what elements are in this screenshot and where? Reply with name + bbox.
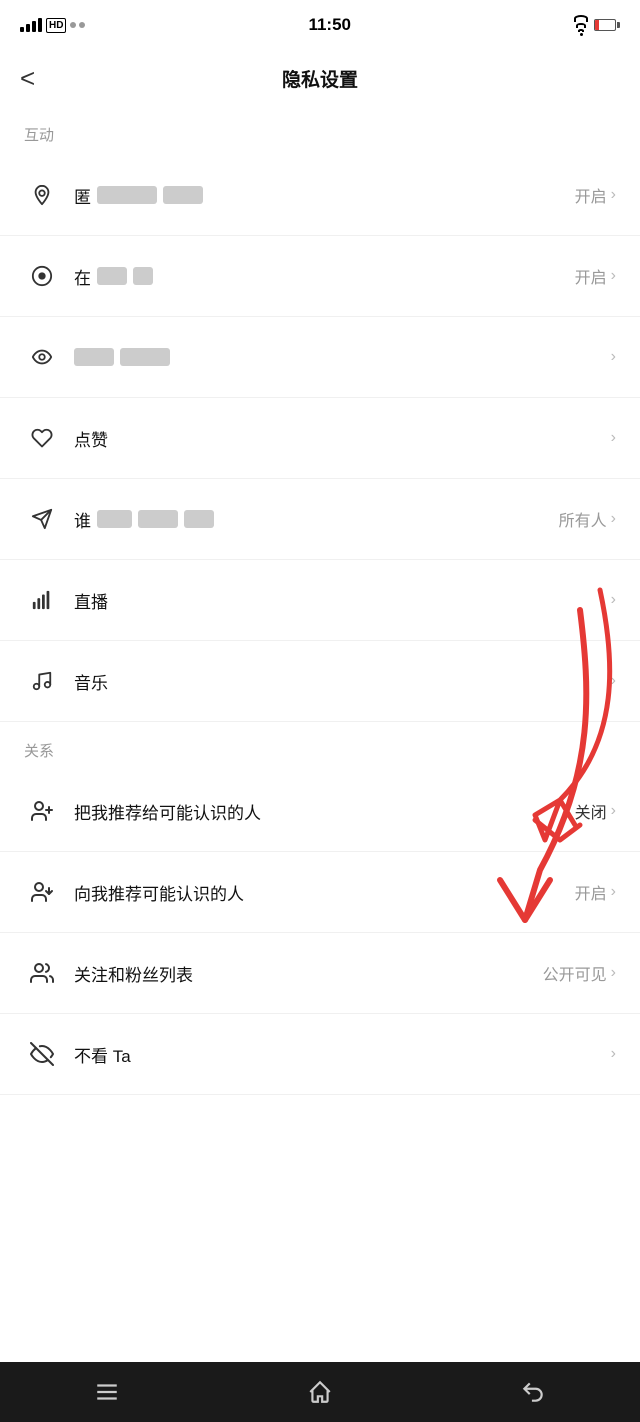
location-icon <box>24 177 60 213</box>
menu-arrow-like: › <box>611 429 616 447</box>
menu-item-location[interactable]: 匿 开启 › <box>0 155 640 236</box>
menu-arrow-live: › <box>611 591 616 609</box>
menu-text-send: 谁 <box>74 507 559 532</box>
menu-arrow-send: › <box>611 510 616 528</box>
users-icon <box>24 955 60 991</box>
menu-text-recommend-to-me: 向我推荐可能认识的人 <box>74 880 575 905</box>
menu-arrow-music: › <box>611 672 616 690</box>
menu-value-send: 所有人 <box>559 507 607 531</box>
wifi-icon <box>574 15 588 36</box>
status-left: HD <box>20 18 85 33</box>
status-bar: HD 11:50 <box>0 0 640 50</box>
menu-arrow-works: › <box>611 348 616 366</box>
menu-item-send[interactable]: 谁 所有人 › <box>0 479 640 560</box>
menu-item-like[interactable]: 点赞 › <box>0 398 640 479</box>
menu-value-follow-list: 公开可见 <box>543 961 607 985</box>
menu-item-works[interactable]: › <box>0 317 640 398</box>
nav-home-button[interactable] <box>285 1372 355 1412</box>
page-title: 隐私设置 <box>282 65 358 92</box>
user-arrow-icon <box>24 874 60 910</box>
menu-item-not-see[interactable]: 不看 Ta › <box>0 1014 640 1095</box>
status-right <box>574 15 620 36</box>
menu-arrow-not-see: › <box>611 1045 616 1063</box>
menu-text-follow-list: 关注和粉丝列表 <box>74 961 543 986</box>
section-label-interaction: 互动 <box>0 106 640 155</box>
dot-badge <box>70 22 85 28</box>
menu-text-music: 音乐 <box>74 669 607 694</box>
menu-text-location: 匿 <box>74 183 575 208</box>
send-icon <box>24 501 60 537</box>
menu-arrow-location: › <box>611 186 616 204</box>
menu-text-online: 在 <box>74 264 575 289</box>
bars-icon <box>24 582 60 618</box>
heart-icon <box>24 420 60 456</box>
signal-icon <box>20 18 42 32</box>
menu-arrow-online: › <box>611 267 616 285</box>
menu-text-recommend-me: 把我推荐给可能认识的人 <box>74 799 575 824</box>
menu-value-recommend-to-me: 开启 <box>575 880 607 904</box>
menu-value-online: 开启 <box>575 264 607 288</box>
menu-item-music[interactable]: 音乐 › <box>0 641 640 722</box>
battery-icon <box>594 19 620 31</box>
menu-item-follow-list[interactable]: 关注和粉丝列表 公开可见 › <box>0 933 640 1014</box>
menu-text-like: 点赞 <box>74 426 607 451</box>
online-icon <box>24 258 60 294</box>
menu-arrow-recommend-me: › <box>611 802 616 820</box>
nav-menu-button[interactable] <box>72 1372 142 1412</box>
hd-badge: HD <box>46 18 66 33</box>
menu-text-works <box>74 348 607 366</box>
nav-header: < 隐私设置 <box>0 50 640 106</box>
menu-item-recommend-to-me[interactable]: 向我推荐可能认识的人 开启 › <box>0 852 640 933</box>
music-icon <box>24 663 60 699</box>
menu-item-recommend-me[interactable]: 把我推荐给可能认识的人 关闭 › <box>0 771 640 852</box>
menu-text-live: 直播 <box>74 588 607 613</box>
menu-value-location: 开启 <box>575 183 607 207</box>
menu-arrow-recommend-to-me: › <box>611 883 616 901</box>
status-time: 11:50 <box>308 15 351 35</box>
menu-value-recommend-me: 关闭 <box>575 799 607 823</box>
back-button[interactable]: < <box>20 63 35 94</box>
menu-item-live[interactable]: 直播 › <box>0 560 640 641</box>
eye-icon <box>24 339 60 375</box>
section-label-relation: 关系 <box>0 722 640 771</box>
eye-slash-icon <box>24 1036 60 1072</box>
user-add-icon <box>24 793 60 829</box>
menu-text-not-see: 不看 Ta <box>74 1042 607 1067</box>
content-wrapper: 互动 匿 开启 › 在 开启 › <box>0 106 640 1165</box>
menu-item-online[interactable]: 在 开启 › <box>0 236 640 317</box>
menu-arrow-follow-list: › <box>611 964 616 982</box>
bottom-nav <box>0 1362 640 1422</box>
nav-back-button[interactable] <box>498 1372 568 1412</box>
